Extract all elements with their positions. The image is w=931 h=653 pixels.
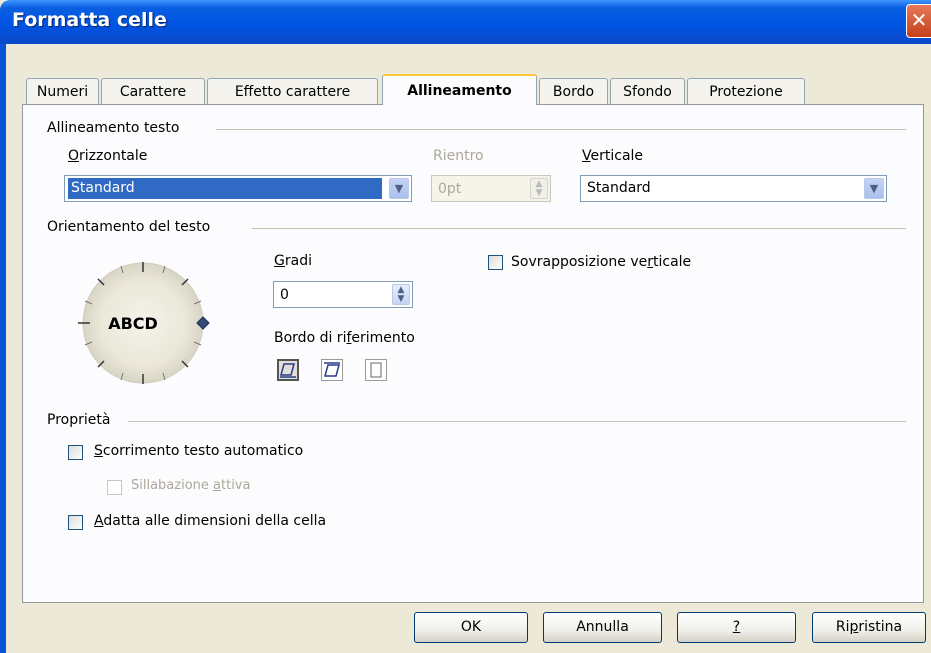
degrees-value: 0 [280,287,289,303]
shrink-to-fit-checkbox[interactable] [68,515,83,530]
edge-top-icon[interactable] [321,359,343,381]
hyphenation-checkbox[interactable] [107,480,122,495]
ok-button[interactable]: OK [414,612,528,643]
reference-edge-label: Bordo di riferimento [274,330,415,346]
dial-text: ABCD [108,314,158,333]
close-icon[interactable]: ✕ [906,4,931,38]
hyphenation-label: Sillabazione attiva [131,478,251,493]
help-button[interactable]: ? [677,612,796,643]
title-bar: Formatta celle ✕ [0,0,931,44]
degrees-spinner[interactable]: 0 ▲ ▼ [273,281,413,308]
reset-button[interactable]: Ripristina [812,612,926,643]
edge-inside-icon[interactable] [365,359,387,381]
tab-carattere[interactable]: Carattere [101,78,205,104]
degrees-label: Gradi [274,253,312,269]
tab-sfondo[interactable]: Sfondo [610,78,685,104]
dropdown-arrow-icon[interactable]: ▼ [864,178,884,199]
rotation-dial-icon[interactable]: ABCD [58,258,228,388]
tab-bordo[interactable]: Bordo [539,78,608,104]
tab-allineamento[interactable]: Allineamento [382,74,537,105]
edge-bottom-icon[interactable] [277,359,299,381]
section-text-orientation: Orientamento del testo [47,219,211,235]
indent-spinner[interactable]: 0pt ▲ ▼ [431,175,551,202]
vertical-stacking-label: Sovrapposizione verticale [511,254,692,270]
vertical-stacking-checkbox[interactable] [488,255,503,270]
vertical-value: Standard [587,180,651,196]
horizontal-select[interactable]: Standard ▼ [64,175,412,202]
window-frame [0,44,6,653]
wrap-text-checkbox[interactable] [68,445,83,460]
dropdown-arrow-icon[interactable]: ▼ [389,178,409,199]
horizontal-label: Orizzontale [68,148,148,164]
horizontal-value: Standard [67,177,383,200]
dialog-title: Formatta celle [12,9,167,31]
section-text-alignment: Allineamento testo [47,120,180,136]
indent-label: Rientro [433,148,484,164]
tab-numeri[interactable]: Numeri [26,78,99,104]
section-properties: Proprietà [47,412,111,428]
format-cells-dialog: Formatta celle ✕ Numeri Carattere Effett… [0,0,931,653]
separator [128,421,906,422]
separator [216,129,906,130]
shrink-to-fit-label: Adatta alle dimensioni della cella [94,513,327,529]
tab-protezione[interactable]: Protezione [687,78,805,104]
vertical-select[interactable]: Standard ▼ [580,175,887,202]
tab-effetto-carattere[interactable]: Effetto carattere [207,78,378,104]
spin-arrows-icon[interactable]: ▲ ▼ [530,178,548,199]
wrap-text-label: Scorrimento testo automatico [94,443,304,459]
separator [252,228,906,229]
cancel-button[interactable]: Annulla [543,612,662,643]
vertical-label: Verticale [582,148,644,164]
spin-arrows-icon[interactable]: ▲ ▼ [392,284,410,305]
indent-value: 0pt [438,181,462,197]
